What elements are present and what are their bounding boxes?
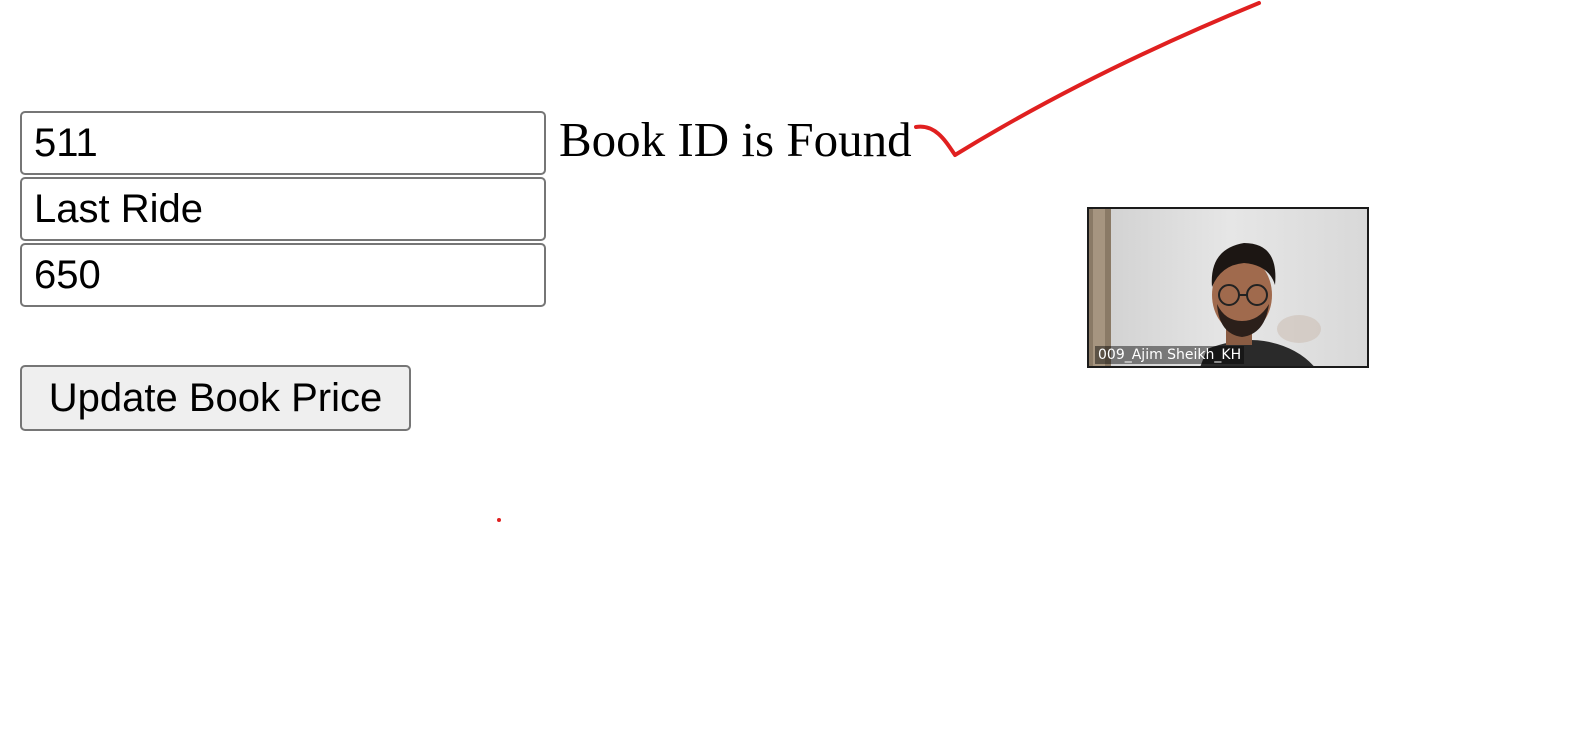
update-book-price-button[interactable]: Update Book Price [20, 365, 411, 431]
book-id-input[interactable] [20, 111, 546, 175]
red-dot-annotation [497, 518, 501, 522]
participant-video-tile[interactable]: 009_Ajim Sheikh_KH [1087, 207, 1369, 368]
participant-name-label: 009_Ajim Sheikh_KH [1095, 346, 1245, 364]
participant-video-feed [1089, 209, 1367, 366]
book-name-input[interactable] [20, 177, 546, 241]
book-price-input[interactable] [20, 243, 546, 307]
book-found-status: Book ID is Found [559, 112, 912, 167]
